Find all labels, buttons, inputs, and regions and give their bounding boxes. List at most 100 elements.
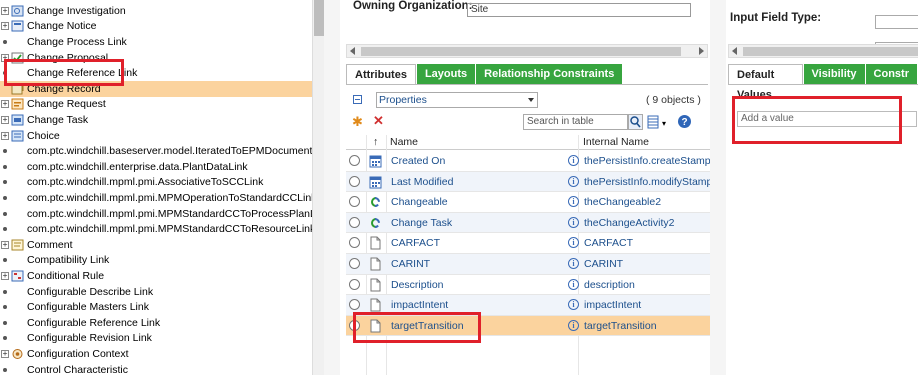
internal-name-link[interactable]: theChangeActivity2 <box>584 217 674 229</box>
horizontal-scrollbar-right[interactable] <box>728 44 918 58</box>
panel-divider-right[interactable] <box>710 0 726 375</box>
scroll-right-arrow-icon[interactable] <box>699 47 704 55</box>
internal-name-link[interactable]: CARINT <box>584 258 623 270</box>
table-row[interactable]: Created On i thePersistInfo.createStamp <box>346 151 711 172</box>
view-menu-chevron-icon[interactable]: ▾ <box>662 117 666 131</box>
column-header-name[interactable]: Name <box>390 136 418 148</box>
table-row[interactable]: Last Modified i thePersistInfo.modifyStamp <box>346 171 712 193</box>
tree-item[interactable]: com.ptc.windchill.baseserver.model.Itera… <box>0 143 312 159</box>
info-icon[interactable]: i <box>568 175 579 187</box>
attribute-name-link[interactable]: Changeable <box>391 196 448 208</box>
row-radio[interactable] <box>349 278 360 290</box>
info-icon[interactable]: i <box>568 299 579 311</box>
table-view-icon[interactable] <box>647 115 661 132</box>
sort-indicator-icon[interactable]: ↑ <box>373 136 378 148</box>
table-row[interactable]: CARFACT i CARFACT <box>346 233 710 254</box>
tree-item[interactable]: com.ptc.windchill.mpml.pmi.MPMOperationT… <box>0 190 312 206</box>
tree-scrollbar[interactable] <box>312 0 324 375</box>
tab-visibility[interactable]: Visibility <box>803 64 865 84</box>
tree-item[interactable]: Configurable Describe Link <box>0 284 312 300</box>
tab-relationship-constraints[interactable]: Relationship Constraints <box>476 64 623 84</box>
search-icon[interactable] <box>628 114 643 130</box>
tree-item[interactable]: + Change Task <box>0 112 312 128</box>
tree-item[interactable]: Compatibility Link <box>0 253 312 269</box>
tree-item[interactable]: + Change Investigation <box>0 3 312 19</box>
table-row[interactable]: CARINT i CARINT <box>346 254 710 275</box>
column-header-internal-name[interactable]: Internal Name <box>583 136 649 148</box>
expand-icon[interactable]: + <box>1 349 9 358</box>
tab-default-values[interactable]: Default Values <box>728 64 803 101</box>
expand-icon[interactable]: + <box>1 22 9 31</box>
table-row[interactable]: Change Task i theChangeActivity2 <box>346 212 710 234</box>
info-icon[interactable]: i <box>568 319 579 331</box>
table-row[interactable]: Description i description <box>346 275 710 296</box>
expand-icon[interactable]: + <box>1 131 9 140</box>
tree-item[interactable]: com.ptc.windchill.enterprise.data.PlantD… <box>0 159 312 175</box>
internal-name-link[interactable]: targetTransition <box>584 320 657 332</box>
row-radio[interactable] <box>349 299 360 311</box>
horizontal-scrollbar[interactable] <box>346 44 708 58</box>
tab-layouts[interactable]: Layouts <box>416 64 476 84</box>
table-row[interactable]: Changeable i theChangeable2 <box>346 192 710 213</box>
scrollbar-thumb[interactable] <box>743 47 918 56</box>
info-icon[interactable]: i <box>568 155 579 166</box>
tree-item[interactable]: Configurable Masters Link <box>0 299 312 315</box>
tree-item[interactable]: com.ptc.windchill.mpml.pmi.MPMStandardCC… <box>0 206 312 222</box>
input-field-type-field[interactable] <box>875 15 918 29</box>
row-radio[interactable] <box>349 175 360 187</box>
tab-attributes[interactable]: Attributes <box>346 64 416 84</box>
expand-icon[interactable]: + <box>1 6 9 15</box>
internal-name-link[interactable]: description <box>584 279 635 291</box>
help-icon[interactable]: ? <box>677 114 692 132</box>
row-radio[interactable] <box>349 155 360 166</box>
tree-item[interactable]: + Choice <box>0 128 312 144</box>
scroll-left-arrow-icon[interactable] <box>732 47 737 55</box>
view-select[interactable]: Properties <box>376 92 538 108</box>
tab-constraints[interactable]: Constr <box>865 64 917 84</box>
internal-name-link[interactable]: thePersistInfo.modifyStamp <box>584 176 712 188</box>
attribute-name-link[interactable]: Last Modified <box>391 176 453 188</box>
tree-item[interactable]: com.ptc.windchill.mpml.pmi.MPMStandardCC… <box>0 221 312 237</box>
expand-icon[interactable]: + <box>1 115 9 124</box>
row-radio[interactable] <box>349 196 360 208</box>
tree-item[interactable]: + Conditional Rule <box>0 268 312 284</box>
expand-icon[interactable]: + <box>1 240 9 249</box>
tree-item[interactable]: + Change Notice <box>0 19 312 35</box>
scrollbar-thumb[interactable] <box>361 47 681 56</box>
attribute-name-link[interactable]: CARFACT <box>391 237 440 249</box>
tree-item[interactable]: Change Process Link <box>0 34 312 50</box>
scroll-left-arrow-icon[interactable] <box>350 47 355 55</box>
info-icon[interactable]: i <box>568 258 579 269</box>
new-attribute-icon[interactable]: ✱ <box>352 115 363 129</box>
attribute-name-link[interactable]: CARINT <box>391 258 430 270</box>
internal-name-link[interactable]: impactIntent <box>584 299 641 311</box>
tree-item[interactable]: + Change Request <box>0 97 312 113</box>
info-icon[interactable]: i <box>568 196 579 208</box>
internal-name-link[interactable]: theChangeable2 <box>584 196 661 208</box>
tree-item[interactable]: + Configuration Context <box>0 346 312 362</box>
internal-name-link[interactable]: thePersistInfo.createStamp <box>584 155 711 167</box>
attribute-name-link[interactable]: Description <box>391 279 444 291</box>
info-icon[interactable]: i <box>568 278 579 290</box>
panel-divider[interactable] <box>324 0 340 375</box>
attribute-name-link[interactable]: Change Task <box>391 217 452 229</box>
attribute-name-link[interactable]: Created On <box>391 155 445 167</box>
tree-item[interactable]: com.ptc.windchill.mpml.pmi.AssociativeTo… <box>0 175 312 191</box>
attribute-name-link[interactable]: impactIntent <box>391 299 448 311</box>
collapse-icon[interactable] <box>353 95 362 104</box>
table-search-input[interactable]: Search in table <box>523 114 628 130</box>
row-radio[interactable] <box>349 237 360 249</box>
row-radio[interactable] <box>349 258 360 269</box>
delete-icon[interactable]: ✕ <box>373 114 384 128</box>
row-radio[interactable] <box>349 216 360 228</box>
info-icon[interactable]: i <box>568 216 579 228</box>
tree-item[interactable]: Configurable Reference Link <box>0 315 312 331</box>
expand-icon[interactable]: + <box>1 271 9 280</box>
expand-icon[interactable]: + <box>1 100 9 109</box>
tree-scrollbar-thumb[interactable] <box>314 0 324 36</box>
internal-name-link[interactable]: CARFACT <box>584 237 633 249</box>
tree-item[interactable]: Control Characteristic <box>0 362 312 375</box>
tree-item[interactable]: Configurable Revision Link <box>0 331 312 347</box>
info-icon[interactable]: i <box>568 237 579 249</box>
tree-item[interactable]: + Comment <box>0 237 312 253</box>
